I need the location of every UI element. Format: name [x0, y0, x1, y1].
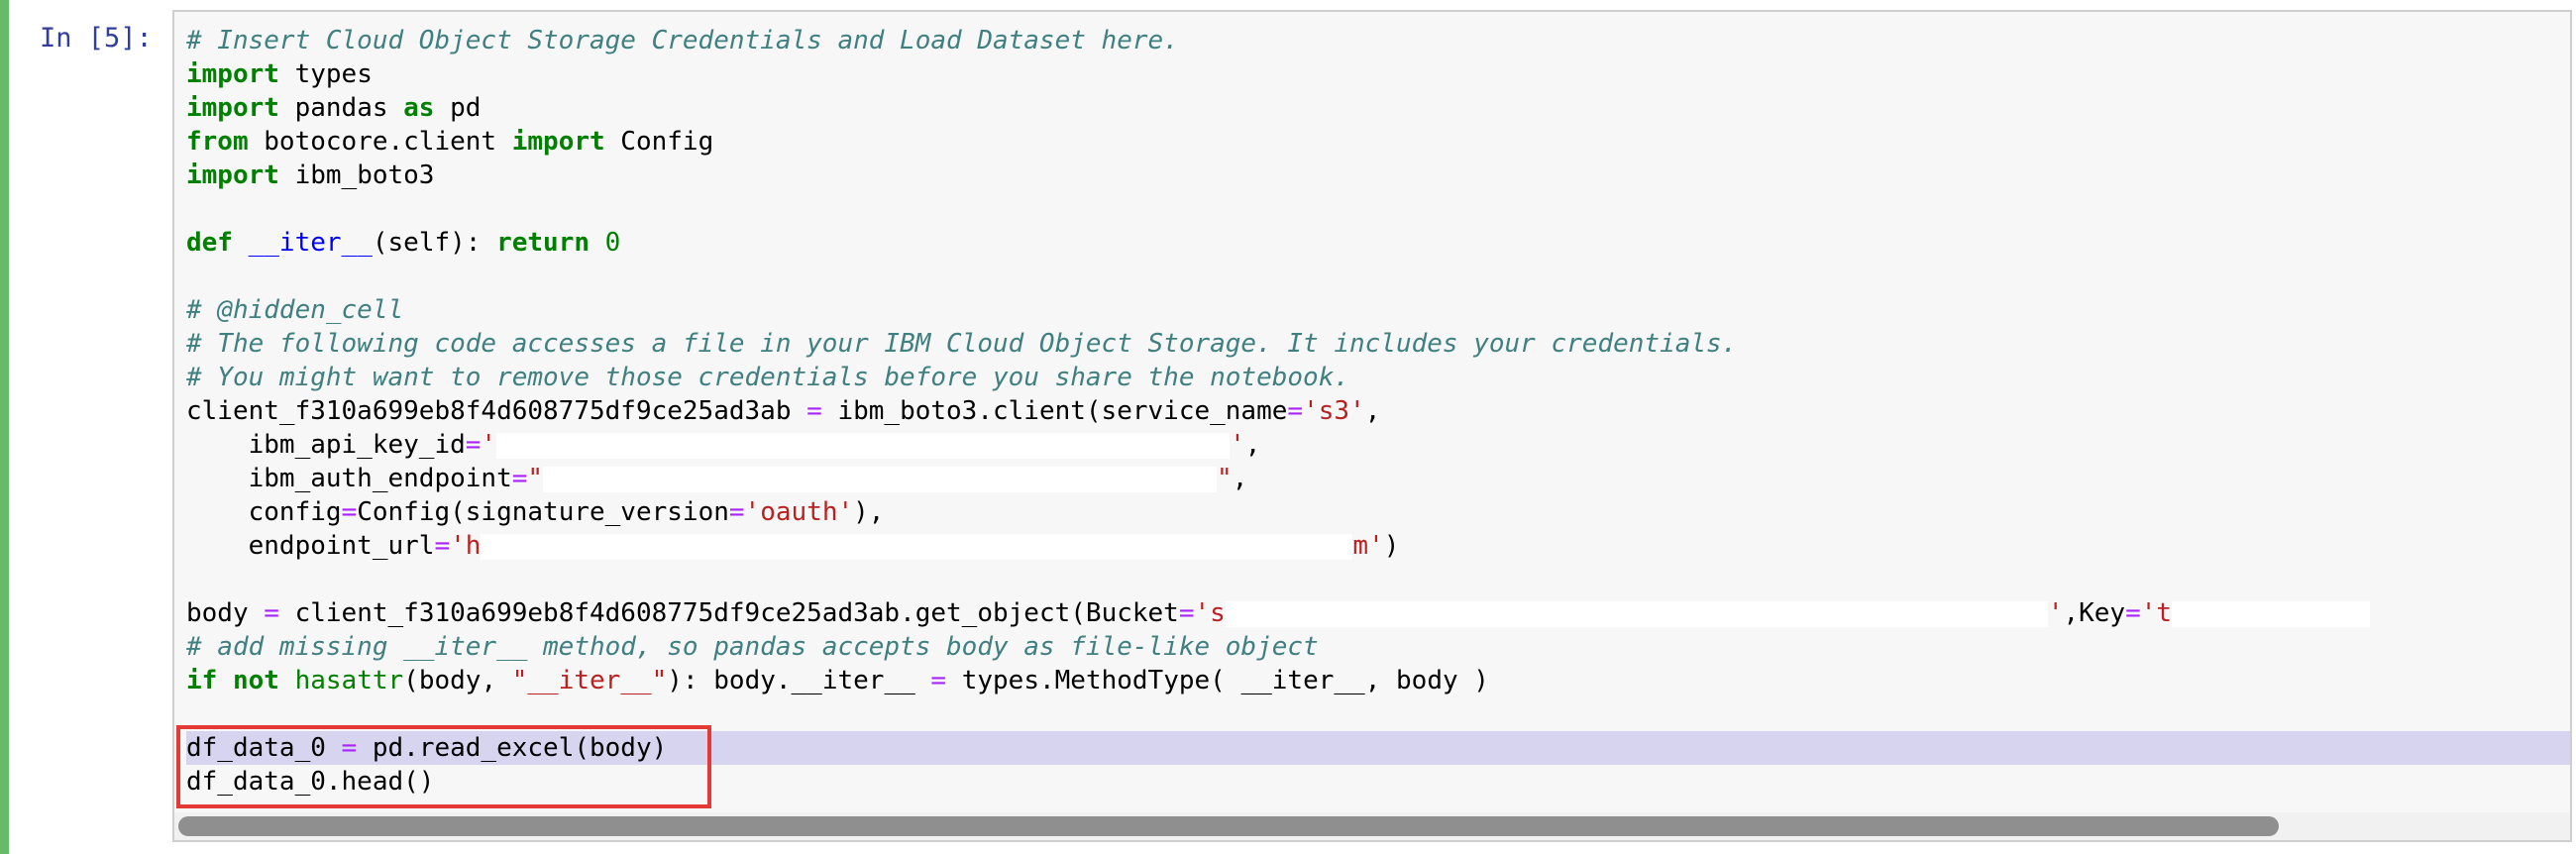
code-line-blank[interactable]: [186, 260, 2570, 293]
redaction: [543, 466, 1218, 492]
operator: =: [264, 598, 279, 628]
code-line[interactable]: config=Config(signature_version='oauth')…: [186, 495, 2570, 529]
keyword: not: [232, 666, 279, 695]
code-text: ibm_auth_endpoint: [186, 464, 512, 493]
code-text: Config: [604, 127, 714, 157]
redaction: [2172, 600, 2371, 627]
code-line[interactable]: # The following code accesses a file in …: [186, 327, 2570, 361]
code-line[interactable]: import types: [186, 57, 2570, 91]
code-text: endpoint_url: [186, 531, 435, 561]
comment: # Insert Cloud Object Storage Credential…: [186, 26, 1179, 55]
code-line[interactable]: endpoint_url='h m'): [186, 529, 2570, 563]
keyword: from: [186, 127, 249, 157]
redaction: [496, 432, 1231, 459]
code-text: ,: [1232, 464, 1248, 493]
keyword: import: [511, 127, 605, 157]
operator: =: [2125, 598, 2141, 628]
code-line[interactable]: client_f310a699eb8f4d608775df9ce25ad3ab …: [186, 394, 2570, 428]
code-line[interactable]: import pandas as pd: [186, 91, 2570, 125]
code-line-blank[interactable]: [186, 192, 2570, 226]
code-line[interactable]: # @hidden_cell: [186, 293, 2570, 327]
code-text: ibm_boto3: [278, 160, 435, 190]
horizontal-scrollbar[interactable]: [174, 812, 2570, 840]
operator: =: [806, 396, 822, 426]
comment: # You might want to remove those credent…: [186, 363, 1349, 392]
code-text: pandas: [278, 93, 404, 123]
code-line[interactable]: body = client_f310a699eb8f4d608775df9ce2…: [186, 596, 2570, 630]
red-highlight-box: [176, 725, 711, 808]
code-line[interactable]: # Insert Cloud Object Storage Credential…: [186, 24, 2570, 57]
code-text: ,: [1244, 430, 1261, 460]
code-text: (body,: [403, 666, 512, 695]
string: "__iter__": [511, 666, 668, 695]
operator: =: [728, 497, 745, 527]
code-text: types.MethodType( __iter__, body ): [946, 666, 1489, 695]
code-text: types: [278, 59, 373, 89]
code-editor[interactable]: # Insert Cloud Object Storage Credential…: [186, 24, 2570, 799]
code-text: ibm_boto3.client(service_name: [821, 396, 1288, 426]
input-prompt: In [5]:: [40, 23, 153, 53]
operator: =: [511, 464, 528, 493]
string: ': [1230, 430, 1245, 460]
code-text: ,: [1364, 396, 1381, 426]
function-name: __iter__: [248, 228, 373, 258]
string: 'oauth': [744, 497, 854, 527]
comment: # add missing __iter__ method, so pandas…: [186, 632, 1319, 662]
string: 't: [2140, 598, 2173, 628]
operator: =: [1178, 598, 1195, 628]
code-text: client_f310a699eb8f4d608775df9ce25ad3ab: [186, 396, 807, 426]
string: ": [1217, 464, 1233, 493]
string: ': [2047, 598, 2064, 628]
code-text: botocore.client: [248, 127, 512, 157]
code-line[interactable]: def __iter__(self): return 0: [186, 226, 2570, 260]
code-text: ): body.__iter__: [667, 666, 931, 695]
code-text: client_f310a699eb8f4d608775df9ce25ad3ab.…: [278, 598, 1179, 628]
code-cell-input[interactable]: # Insert Cloud Object Storage Credential…: [172, 10, 2572, 842]
code-text: (self):: [372, 228, 497, 258]
redaction: [481, 533, 1353, 560]
builtin-function: hasattr: [294, 666, 404, 695]
code-text: Config(signature_version: [357, 497, 729, 527]
keyword: as: [403, 93, 435, 123]
string: ": [527, 464, 544, 493]
code-line[interactable]: ibm_auth_endpoint=" ",: [186, 462, 2570, 495]
code-line[interactable]: import ibm_boto3: [186, 159, 2570, 192]
code-text: ),: [853, 497, 885, 527]
operator: =: [341, 497, 358, 527]
keyword: import: [186, 59, 279, 89]
keyword: import: [186, 160, 279, 190]
code-line[interactable]: from botocore.client import Config: [186, 125, 2570, 159]
keyword: return: [496, 228, 590, 258]
string: ': [481, 430, 497, 460]
code-text: ibm_api_key_id: [186, 430, 466, 460]
comment: # @hidden_cell: [186, 295, 404, 325]
string: 's3': [1303, 396, 1365, 426]
operator: =: [465, 430, 482, 460]
cell-selection-bar: [0, 0, 9, 854]
keyword: if: [186, 666, 218, 695]
redaction: [1225, 600, 2048, 627]
code-line[interactable]: if not hasattr(body, "__iter__"): body._…: [186, 664, 2570, 697]
operator: =: [1287, 396, 1304, 426]
code-line[interactable]: # You might want to remove those credent…: [186, 361, 2570, 394]
code-text: pd: [434, 93, 482, 123]
code-text: ,Key: [2063, 598, 2126, 628]
code-text: body: [186, 598, 265, 628]
string: 's: [1194, 598, 1226, 628]
code-line-blank[interactable]: [186, 563, 2570, 596]
code-text: ): [1383, 531, 1400, 561]
comment: # The following code accesses a file in …: [186, 329, 1738, 359]
string: m': [1352, 531, 1384, 561]
code-line[interactable]: ibm_api_key_id=' ',: [186, 428, 2570, 462]
number: 0: [604, 228, 621, 258]
operator: =: [434, 531, 451, 561]
scrollbar-thumb[interactable]: [178, 816, 2279, 836]
operator: =: [930, 666, 947, 695]
code-line[interactable]: # add missing __iter__ method, so pandas…: [186, 630, 2570, 664]
string: 'h: [450, 531, 482, 561]
keyword: def: [186, 228, 233, 258]
keyword: import: [186, 93, 279, 123]
code-text: config: [186, 497, 342, 527]
